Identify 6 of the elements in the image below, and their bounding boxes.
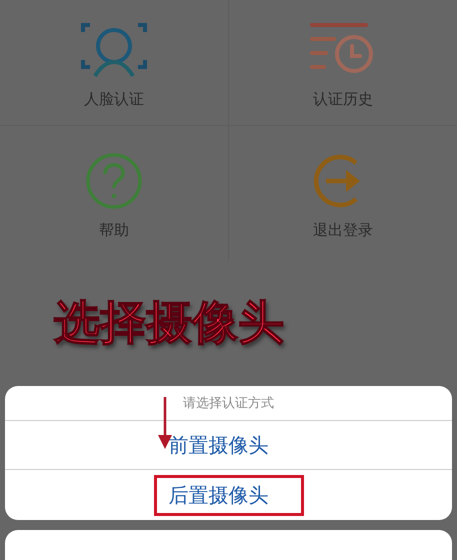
camera-option[interactable]: 前置摄像头 bbox=[154, 426, 302, 464]
face-scan-icon bbox=[80, 22, 147, 78]
annotation-title: 选择摄像头 bbox=[54, 294, 284, 351]
sheet-title: 请选择认证方式 bbox=[5, 386, 452, 421]
menu-item[interactable]: 人脸认证 bbox=[0, 0, 228, 126]
camera-option[interactable]: 后置摄像头 bbox=[154, 474, 304, 516]
